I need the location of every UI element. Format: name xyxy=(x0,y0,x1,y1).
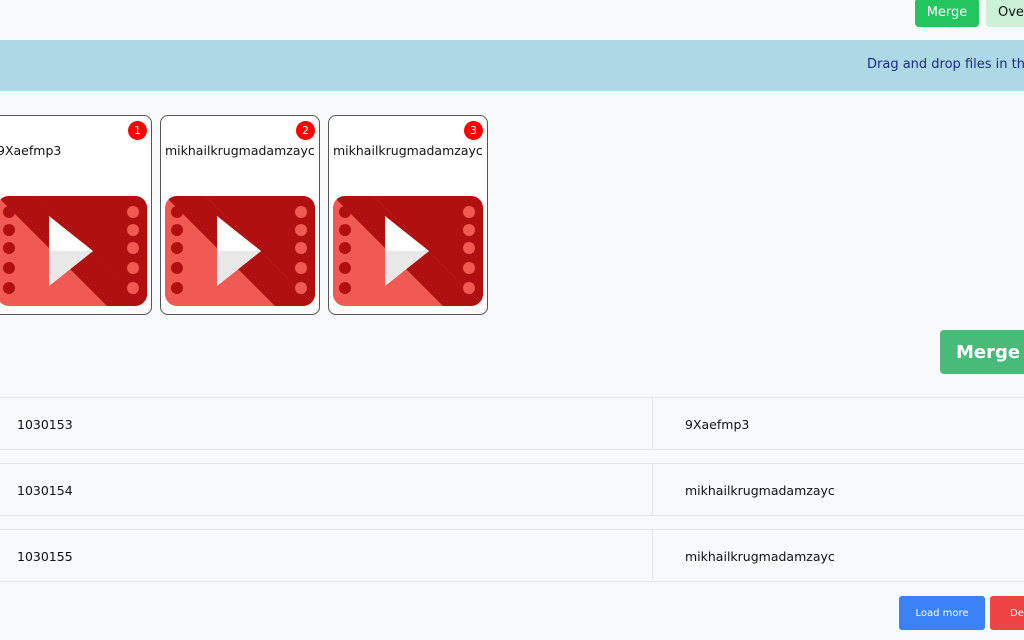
row-id: 1030154 xyxy=(17,483,73,498)
table-row[interactable]: 1030154 mikhailkrugmadamzayc xyxy=(0,463,1024,516)
file-card[interactable]: 3 mikhailkrugmadamzayc xyxy=(328,115,488,315)
delete-button[interactable]: Del xyxy=(990,596,1024,630)
row-id: 1030153 xyxy=(17,417,73,432)
row-name: 9Xaefmp3 xyxy=(685,417,750,432)
file-card-name: mikhailkrugmadamzayc xyxy=(333,143,483,158)
order-badge: 3 xyxy=(464,121,483,140)
column-divider xyxy=(652,530,653,581)
top-toolbar: Merge Over xyxy=(0,0,1024,40)
row-name: mikhailkrugmadamzayc xyxy=(685,549,835,564)
file-card-name: 9Xaefmp3 xyxy=(0,143,62,158)
row-id: 1030155 xyxy=(17,549,73,564)
file-card-name: mikhailkrugmadamzayc xyxy=(165,143,315,158)
order-badge: 2 xyxy=(296,121,315,140)
column-divider xyxy=(652,398,653,449)
order-badge: 1 xyxy=(128,121,147,140)
file-card[interactable]: 1 9Xaefmp3 xyxy=(0,115,152,315)
column-divider xyxy=(652,464,653,515)
video-file-icon xyxy=(333,196,483,306)
row-name: mikhailkrugmadamzayc xyxy=(685,483,835,498)
merge-button[interactable]: Merge xyxy=(940,330,1024,374)
table-row[interactable]: 1030155 mikhailkrugmadamzayc xyxy=(0,529,1024,582)
merge-button-top[interactable]: Merge xyxy=(915,0,979,27)
video-file-icon xyxy=(165,196,315,306)
drop-zone-instructions: Drag and drop files in the o xyxy=(867,57,1024,72)
load-more-button[interactable]: Load more xyxy=(899,596,985,630)
file-card[interactable]: 2 mikhailkrugmadamzayc xyxy=(160,115,320,315)
table-row[interactable]: 1030153 9Xaefmp3 xyxy=(0,397,1024,450)
video-file-icon xyxy=(0,196,147,306)
drop-zone-banner[interactable]: Drag and drop files in the o xyxy=(0,40,1024,91)
overwrite-button-top[interactable]: Over xyxy=(986,0,1024,27)
